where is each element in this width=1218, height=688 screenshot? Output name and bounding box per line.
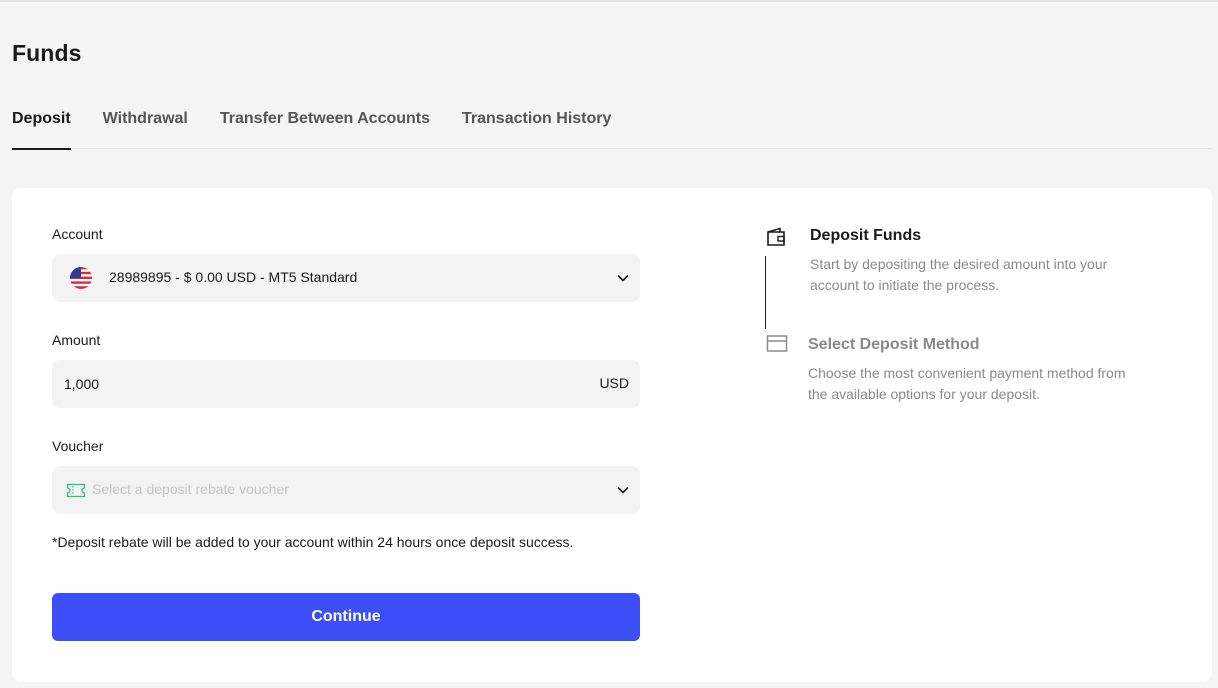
chevron-down-icon — [617, 275, 629, 282]
ticket-icon — [66, 483, 86, 498]
amount-currency: USD — [599, 375, 629, 391]
amount-label: Amount — [52, 332, 101, 348]
page-title: Funds — [12, 40, 82, 66]
voucher-placeholder: Select a deposit rebate voucher — [92, 481, 289, 497]
step-select-deposit-method-description: Choose the most convenient payment metho… — [808, 365, 1126, 402]
tab-withdrawal[interactable]: Withdrawal — [103, 104, 188, 149]
tab-transaction-history[interactable]: Transaction History — [462, 104, 611, 149]
step-deposit-funds-title: Deposit Funds — [810, 227, 922, 244]
tab-deposit[interactable]: Deposit — [12, 104, 71, 150]
card-icon — [766, 335, 788, 352]
chevron-down-icon — [617, 487, 629, 494]
tab-transfer-between-accounts[interactable]: Transfer Between Accounts — [220, 104, 430, 149]
top-divider — [0, 0, 1218, 2]
funds-tabs: Deposit Withdrawal Transfer Between Acco… — [12, 104, 1212, 150]
step-connector — [765, 256, 766, 329]
account-select[interactable]: 28989895 - $ 0.00 USD - MT5 Standard — [52, 254, 640, 302]
continue-button[interactable]: Continue — [52, 593, 640, 641]
amount-field: USD — [52, 360, 640, 408]
voucher-select[interactable]: Select a deposit rebate voucher — [52, 466, 640, 514]
account-value: 28989895 - $ 0.00 USD - MT5 Standard — [109, 269, 358, 285]
wallet-icon — [767, 227, 785, 246]
amount-input[interactable] — [64, 360, 544, 408]
rebate-note: *Deposit rebate will be added to your ac… — [52, 534, 574, 550]
us-flag-icon — [70, 267, 92, 289]
step-deposit-funds-description: Start by depositing the desired amount i… — [810, 256, 1108, 293]
step-select-deposit-method-title: Select Deposit Method — [808, 336, 980, 353]
voucher-label: Voucher — [52, 438, 104, 454]
account-label: Account — [52, 226, 103, 242]
